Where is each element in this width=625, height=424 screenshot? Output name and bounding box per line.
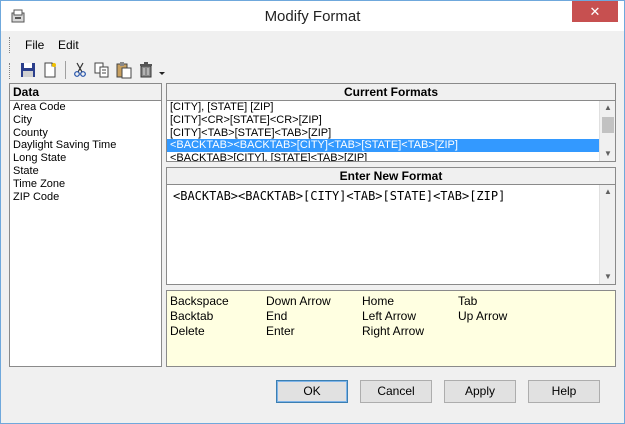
window-title: Modify Format <box>264 8 361 25</box>
ok-button[interactable]: OK <box>276 380 348 403</box>
data-item[interactable]: Time Zone <box>10 178 161 191</box>
key-tab[interactable]: Tab <box>458 294 477 308</box>
toolbar <box>9 59 189 83</box>
scroll-down-icon[interactable]: ▼ <box>600 147 615 161</box>
data-item[interactable]: Daylight Saving Time <box>10 139 161 152</box>
data-item[interactable]: Long State <box>10 152 161 165</box>
data-item[interactable]: ZIP Code <box>10 191 161 204</box>
save-icon[interactable] <box>19 61 37 79</box>
current-formats-header: Current Formats <box>166 83 616 101</box>
modify-format-window: Modify Format ✕ File Edit Data Area Code… <box>0 0 625 424</box>
cut-icon[interactable] <box>71 61 89 79</box>
data-item[interactable]: City <box>10 114 161 127</box>
paste-icon[interactable] <box>115 61 133 79</box>
data-list[interactable]: Area Code City County Daylight Saving Ti… <box>9 101 162 367</box>
current-formats-list[interactable]: [CITY], [STATE] [ZIP] [CITY]<CR>[STATE]<… <box>166 101 616 162</box>
menu-file[interactable]: File <box>25 38 44 52</box>
entry-scrollbar[interactable]: ▲ ▼ <box>599 185 615 284</box>
scroll-up-icon[interactable]: ▲ <box>600 101 615 115</box>
key-home[interactable]: Home <box>362 294 394 308</box>
close-button[interactable]: ✕ <box>572 1 618 22</box>
key-left-arrow[interactable]: Left Arrow <box>362 309 416 323</box>
key-backspace[interactable]: Backspace <box>170 294 229 308</box>
key-backtab[interactable]: Backtab <box>170 309 213 323</box>
toolbar-grip[interactable] <box>9 63 12 79</box>
key-up-arrow[interactable]: Up Arrow <box>458 309 507 323</box>
new-icon[interactable] <box>41 61 59 79</box>
dropdown-icon[interactable] <box>157 61 167 79</box>
format-row[interactable]: [CITY]<TAB>[STATE]<TAB>[ZIP] <box>167 127 600 140</box>
menu-grip[interactable] <box>9 37 12 53</box>
formats-scrollbar[interactable]: ▲ ▼ <box>599 101 615 161</box>
format-row[interactable]: [CITY], [STATE] [ZIP] <box>167 101 600 114</box>
key-end[interactable]: End <box>266 309 287 323</box>
data-panel-header: Data <box>9 83 162 101</box>
key-enter[interactable]: Enter <box>266 324 295 338</box>
new-format-value: <BACKTAB><BACKTAB>[CITY]<TAB>[STATE]<TAB… <box>173 189 506 203</box>
new-format-input[interactable]: <BACKTAB><BACKTAB>[CITY]<TAB>[STATE]<TAB… <box>166 185 616 285</box>
cancel-button[interactable]: Cancel <box>360 380 432 403</box>
scroll-up-icon[interactable]: ▲ <box>600 185 616 199</box>
data-item[interactable]: State <box>10 165 161 178</box>
menu-edit[interactable]: Edit <box>58 38 79 52</box>
help-button[interactable]: Help <box>528 380 600 403</box>
scroll-down-icon[interactable]: ▼ <box>600 270 616 284</box>
format-row[interactable]: [CITY]<CR>[STATE]<CR>[ZIP] <box>167 114 600 127</box>
delete-icon[interactable] <box>137 61 155 79</box>
key-delete[interactable]: Delete <box>170 324 205 338</box>
key-down-arrow[interactable]: Down Arrow <box>266 294 331 308</box>
new-format-header: Enter New Format <box>166 167 616 185</box>
close-icon: ✕ <box>589 4 601 19</box>
scroll-thumb[interactable] <box>602 117 614 133</box>
apply-button[interactable]: Apply <box>444 380 516 403</box>
data-item[interactable]: County <box>10 127 161 140</box>
format-row[interactable]: <BACKTAB>[CITY], [STATE]<TAB>[ZIP] <box>167 152 600 161</box>
title-bar: Modify Format ✕ <box>1 1 624 31</box>
special-keys-panel: Backspace Backtab Delete Down Arrow End … <box>166 290 616 367</box>
data-item[interactable]: Area Code <box>10 101 161 114</box>
key-right-arrow[interactable]: Right Arrow <box>362 324 424 338</box>
copy-icon[interactable] <box>93 61 111 79</box>
format-row-selected[interactable]: <BACKTAB><BACKTAB>[CITY]<TAB>[STATE]<TAB… <box>167 139 600 153</box>
